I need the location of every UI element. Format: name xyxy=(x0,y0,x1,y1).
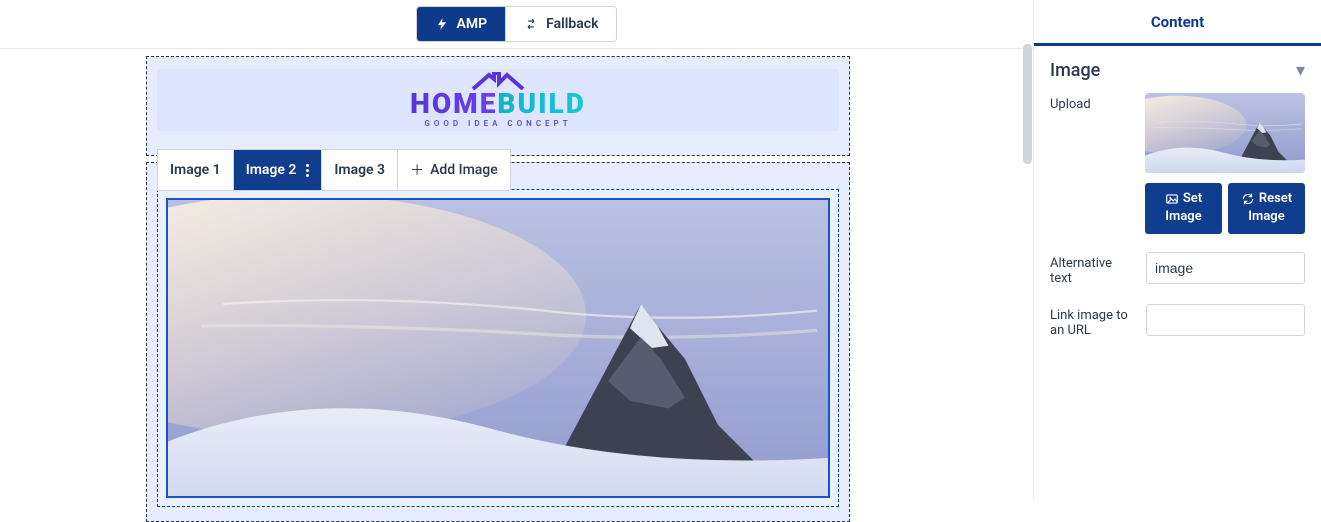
top-toolbar: AMP Fallback xyxy=(0,0,1033,49)
image-icon xyxy=(1165,192,1179,206)
chevron-down-icon: ▾ xyxy=(1296,60,1305,81)
amp-button[interactable]: AMP xyxy=(417,7,506,41)
mountain-thumb-icon xyxy=(1145,93,1305,173)
logo-word-right: BUILD xyxy=(497,90,585,118)
carousel-image[interactable] xyxy=(166,198,830,498)
field-alt-text: Alternative text xyxy=(1050,252,1305,286)
panel-body: Upload Set Image Set Image Reset Image R… xyxy=(1034,89,1321,338)
panel-tabs: Content xyxy=(1034,0,1321,46)
header-block[interactable]: HOMEBUILD GOOD IDEA CONCEPT xyxy=(146,56,850,156)
logo: HOMEBUILD GOOD IDEA CONCEPT xyxy=(410,72,586,128)
image-tab-3-label: Image 3 xyxy=(334,162,385,178)
fallback-label: Fallback xyxy=(546,16,598,32)
carousel-inner xyxy=(157,189,839,507)
carousel-block[interactable]: Image 1 Image 2 Image 3 ＋ Add Image xyxy=(146,162,850,522)
logo-tagline: GOOD IDEA CONCEPT xyxy=(424,120,571,128)
editor-canvas: HOMEBUILD GOOD IDEA CONCEPT Image 1 Imag… xyxy=(146,56,850,522)
upload-label: Upload xyxy=(1050,93,1131,234)
swap-icon xyxy=(524,17,538,31)
tab-content[interactable]: Content xyxy=(1034,0,1321,46)
image-tabs: Image 1 Image 2 Image 3 ＋ Add Image xyxy=(157,149,511,191)
bolt-icon xyxy=(435,17,449,31)
alt-text-label: Alternative text xyxy=(1050,252,1132,286)
upload-thumbnail[interactable] xyxy=(1145,93,1305,173)
image-tab-2-label: Image 2 xyxy=(246,162,297,178)
alt-text-input[interactable] xyxy=(1146,252,1305,284)
add-image-label: Add Image xyxy=(430,162,498,178)
fallback-button[interactable]: Fallback xyxy=(505,7,616,41)
field-link-url: Link image to an URL xyxy=(1050,304,1305,338)
tab-content-label: Content xyxy=(1151,13,1204,31)
refresh-icon xyxy=(1241,192,1255,206)
section-header[interactable]: Image ▾ xyxy=(1034,46,1321,89)
kebab-icon[interactable] xyxy=(306,164,309,177)
plus-icon: ＋ xyxy=(410,160,424,180)
set-image-button[interactable]: Set Image Set Image xyxy=(1145,183,1222,234)
image-tab-1-label: Image 1 xyxy=(170,162,221,178)
amp-label: AMP xyxy=(457,16,488,32)
link-url-input[interactable] xyxy=(1146,304,1305,336)
scrollbar-thumb[interactable] xyxy=(1023,44,1032,164)
mountain-image-icon xyxy=(168,200,828,496)
side-panel: Content Image ▾ Upload Set Image Set Ima… xyxy=(1033,0,1321,500)
mode-toggle: AMP Fallback xyxy=(416,6,618,42)
field-upload: Upload Set Image Set Image Reset Image R… xyxy=(1050,93,1305,234)
logo-word-left: HOME xyxy=(410,90,497,118)
reset-image-button[interactable]: Reset Image Reset Image xyxy=(1228,183,1305,234)
header-inner: HOMEBUILD GOOD IDEA CONCEPT xyxy=(157,69,839,131)
image-tab-2[interactable]: Image 2 xyxy=(234,150,323,190)
add-image-tab[interactable]: ＋ Add Image xyxy=(398,150,510,190)
link-url-label: Link image to an URL xyxy=(1050,304,1132,338)
image-tab-1[interactable]: Image 1 xyxy=(158,150,234,190)
image-tab-3[interactable]: Image 3 xyxy=(322,150,398,190)
section-title: Image xyxy=(1050,60,1100,81)
